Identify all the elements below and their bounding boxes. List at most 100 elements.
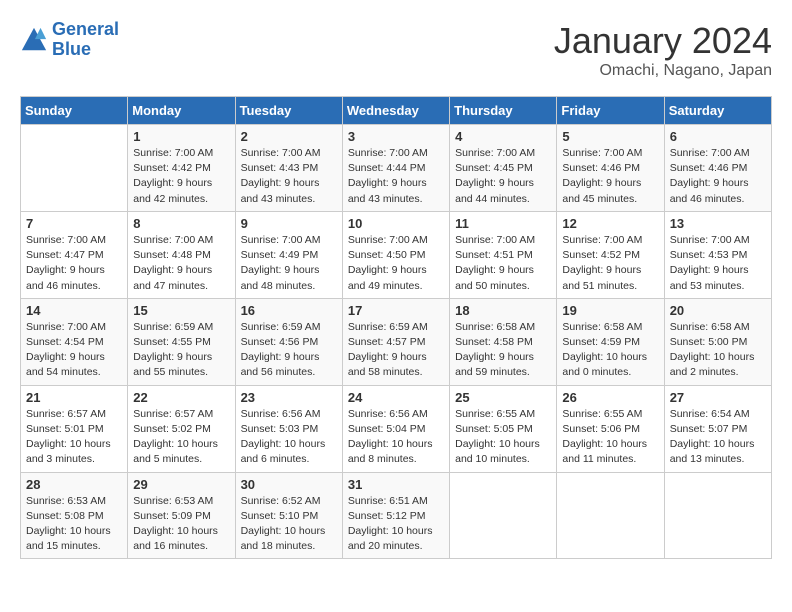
- calendar-cell: 24 Sunrise: 6:56 AMSunset: 5:04 PMDayligh…: [342, 385, 449, 472]
- calendar-cell: 5Sunrise: 7:00 AMSunset: 4:46 PMDaylight…: [557, 125, 664, 212]
- calendar-cell: 6Sunrise: 7:00 AMSunset: 4:46 PMDaylight…: [664, 125, 771, 212]
- calendar-cell: 25Sunrise: 6:55 AMSunset: 5:05 PMDayligh…: [450, 385, 557, 472]
- calendar-cell: 12Sunrise: 7:00 AMSunset: 4:52 PMDayligh…: [557, 211, 664, 298]
- day-number: 19: [562, 303, 658, 318]
- calendar-cell: 10Sunrise: 7:00 AMSunset: 4:50 PMDayligh…: [342, 211, 449, 298]
- page-header: General Blue January 2024 Omachi, Nagano…: [20, 20, 772, 80]
- day-info: Sunrise: 6:56 AMSunset: 5:03 PMDaylight:…: [241, 407, 337, 468]
- weekday-header-thursday: Thursday: [450, 97, 557, 125]
- day-number: 8: [133, 216, 229, 231]
- day-info: Sunrise: 7:00 AMSunset: 4:47 PMDaylight:…: [26, 233, 122, 294]
- day-number: 3: [348, 129, 444, 144]
- day-info: Sunrise: 7:00 AMSunset: 4:45 PMDaylight:…: [455, 146, 551, 207]
- day-info: Sunrise: 6:59 AMSunset: 4:56 PMDaylight:…: [241, 320, 337, 381]
- day-number: 28: [26, 477, 122, 492]
- calendar-cell: [21, 125, 128, 212]
- day-number: 31: [348, 477, 444, 492]
- title-block: January 2024 Omachi, Nagano, Japan: [554, 20, 772, 80]
- day-number: 23: [241, 390, 337, 405]
- day-number: 30: [241, 477, 337, 492]
- day-info: Sunrise: 6:58 AMSunset: 4:58 PMDaylight:…: [455, 320, 551, 381]
- calendar-cell: 19 Sunrise: 6:58 AMSunset: 4:59 PMDayligh…: [557, 298, 664, 385]
- day-info: Sunrise: 7:00 AMSunset: 4:54 PMDaylight:…: [26, 320, 122, 381]
- day-number: 17: [348, 303, 444, 318]
- calendar-cell: 13Sunrise: 7:00 AMSunset: 4:53 PMDayligh…: [664, 211, 771, 298]
- calendar-table: SundayMondayTuesdayWednesdayThursdayFrid…: [20, 96, 772, 559]
- calendar-body: 1 Sunrise: 7:00 AMSunset: 4:42 PMDaylight…: [21, 125, 772, 559]
- weekday-header-friday: Friday: [557, 97, 664, 125]
- calendar-cell: [557, 472, 664, 559]
- calendar-cell: 1 Sunrise: 7:00 AMSunset: 4:42 PMDaylight…: [128, 125, 235, 212]
- day-info: Sunrise: 6:51 AMSunset: 5:12 PMDaylight:…: [348, 494, 444, 555]
- day-number: 13: [670, 216, 766, 231]
- day-info: Sunrise: 7:00 AMSunset: 4:52 PMDaylight:…: [562, 233, 658, 294]
- day-info: Sunrise: 7:00 AMSunset: 4:43 PMDaylight:…: [241, 146, 337, 207]
- calendar-cell: 28 Sunrise: 6:53 AMSunset: 5:08 PMDayligh…: [21, 472, 128, 559]
- calendar-cell: 21 Sunrise: 6:57 AMSunset: 5:01 PMDayligh…: [21, 385, 128, 472]
- logo-icon: [20, 26, 48, 54]
- day-number: 5: [562, 129, 658, 144]
- month-title: January 2024: [554, 20, 772, 62]
- day-info: Sunrise: 7:00 AMSunset: 4:49 PMDaylight:…: [241, 233, 337, 294]
- logo: General Blue: [20, 20, 119, 60]
- day-info: Sunrise: 6:52 AMSunset: 5:10 PMDaylight:…: [241, 494, 337, 555]
- day-info: Sunrise: 7:00 AMSunset: 4:51 PMDaylight:…: [455, 233, 551, 294]
- calendar-cell: 26Sunrise: 6:55 AMSunset: 5:06 PMDayligh…: [557, 385, 664, 472]
- calendar-cell: 31 Sunrise: 6:51 AMSunset: 5:12 PMDayligh…: [342, 472, 449, 559]
- day-info: Sunrise: 6:59 AMSunset: 4:57 PMDaylight:…: [348, 320, 444, 381]
- weekday-header-tuesday: Tuesday: [235, 97, 342, 125]
- calendar-cell: 18Sunrise: 6:58 AMSunset: 4:58 PMDayligh…: [450, 298, 557, 385]
- calendar-cell: 29Sunrise: 6:53 AMSunset: 5:09 PMDayligh…: [128, 472, 235, 559]
- weekday-header-monday: Monday: [128, 97, 235, 125]
- calendar-cell: 4Sunrise: 7:00 AMSunset: 4:45 PMDaylight…: [450, 125, 557, 212]
- day-info: Sunrise: 6:53 AMSunset: 5:08 PMDaylight:…: [26, 494, 122, 555]
- weekday-header-sunday: Sunday: [21, 97, 128, 125]
- calendar-cell: 9 Sunrise: 7:00 AMSunset: 4:49 PMDaylight…: [235, 211, 342, 298]
- day-info: Sunrise: 7:00 AMSunset: 4:42 PMDaylight:…: [133, 146, 229, 207]
- day-info: Sunrise: 7:00 AMSunset: 4:48 PMDaylight:…: [133, 233, 229, 294]
- calendar-cell: [450, 472, 557, 559]
- weekday-row: SundayMondayTuesdayWednesdayThursdayFrid…: [21, 97, 772, 125]
- day-number: 24: [348, 390, 444, 405]
- day-info: Sunrise: 6:57 AMSunset: 5:01 PMDaylight:…: [26, 407, 122, 468]
- day-number: 14: [26, 303, 122, 318]
- day-number: 27: [670, 390, 766, 405]
- calendar-cell: 2 Sunrise: 7:00 AMSunset: 4:43 PMDaylight…: [235, 125, 342, 212]
- calendar-cell: 16 Sunrise: 6:59 AMSunset: 4:56 PMDayligh…: [235, 298, 342, 385]
- calendar-cell: 30 Sunrise: 6:52 AMSunset: 5:10 PMDayligh…: [235, 472, 342, 559]
- day-number: 16: [241, 303, 337, 318]
- calendar-cell: 15 Sunrise: 6:59 AMSunset: 4:55 PMDayligh…: [128, 298, 235, 385]
- calendar-cell: 22 Sunrise: 6:57 AMSunset: 5:02 PMDayligh…: [128, 385, 235, 472]
- day-info: Sunrise: 7:00 AMSunset: 4:46 PMDaylight:…: [670, 146, 766, 207]
- day-number: 7: [26, 216, 122, 231]
- day-number: 10: [348, 216, 444, 231]
- calendar-cell: 11 Sunrise: 7:00 AMSunset: 4:51 PMDayligh…: [450, 211, 557, 298]
- day-info: Sunrise: 6:56 AMSunset: 5:04 PMDaylight:…: [348, 407, 444, 468]
- day-number: 15: [133, 303, 229, 318]
- day-number: 26: [562, 390, 658, 405]
- logo-text: General Blue: [52, 20, 119, 60]
- calendar-cell: 7 Sunrise: 7:00 AMSunset: 4:47 PMDaylight…: [21, 211, 128, 298]
- calendar-week-row: 14 Sunrise: 7:00 AMSunset: 4:54 PMDayligh…: [21, 298, 772, 385]
- day-number: 2: [241, 129, 337, 144]
- calendar-cell: 23 Sunrise: 6:56 AMSunset: 5:03 PMDayligh…: [235, 385, 342, 472]
- calendar-week-row: 21 Sunrise: 6:57 AMSunset: 5:01 PMDayligh…: [21, 385, 772, 472]
- day-number: 9: [241, 216, 337, 231]
- day-info: Sunrise: 7:00 AMSunset: 4:44 PMDaylight:…: [348, 146, 444, 207]
- calendar-cell: 3 Sunrise: 7:00 AMSunset: 4:44 PMDaylight…: [342, 125, 449, 212]
- calendar-header: SundayMondayTuesdayWednesdayThursdayFrid…: [21, 97, 772, 125]
- logo-blue: Blue: [52, 39, 91, 59]
- day-number: 25: [455, 390, 551, 405]
- day-info: Sunrise: 6:57 AMSunset: 5:02 PMDaylight:…: [133, 407, 229, 468]
- day-number: 1: [133, 129, 229, 144]
- day-info: Sunrise: 6:58 AMSunset: 4:59 PMDaylight:…: [562, 320, 658, 381]
- day-number: 22: [133, 390, 229, 405]
- weekday-header-saturday: Saturday: [664, 97, 771, 125]
- day-number: 21: [26, 390, 122, 405]
- day-info: Sunrise: 6:54 AMSunset: 5:07 PMDaylight:…: [670, 407, 766, 468]
- calendar-week-row: 1 Sunrise: 7:00 AMSunset: 4:42 PMDaylight…: [21, 125, 772, 212]
- day-info: Sunrise: 6:59 AMSunset: 4:55 PMDaylight:…: [133, 320, 229, 381]
- day-number: 11: [455, 216, 551, 231]
- day-number: 20: [670, 303, 766, 318]
- calendar-cell: 27 Sunrise: 6:54 AMSunset: 5:07 PMDayligh…: [664, 385, 771, 472]
